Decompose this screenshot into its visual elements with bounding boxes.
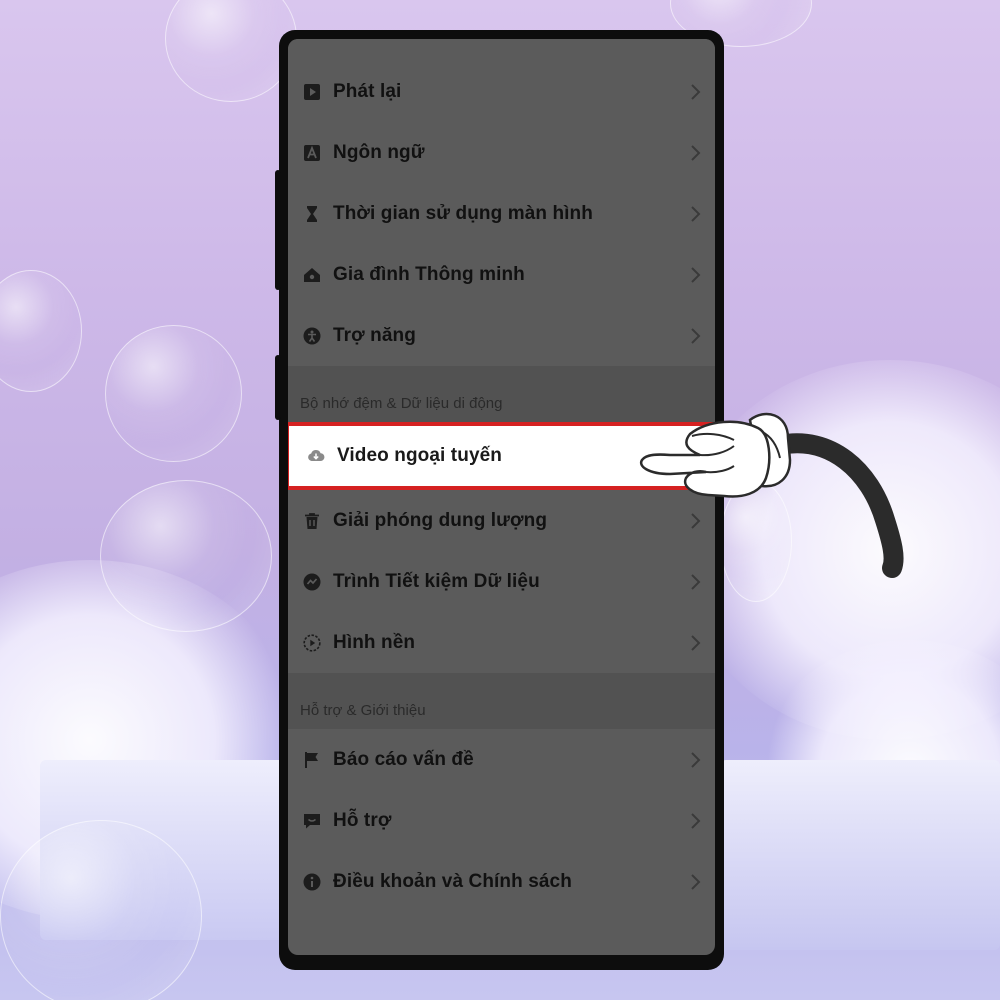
chevron-right-icon [691,751,701,768]
chevron-right-icon [691,634,701,651]
chevron-right-icon [691,83,701,100]
info-icon [303,873,321,891]
settings-row-family-pairing[interactable]: Gia đình Thông minh [288,244,715,305]
cloud-download-icon [307,447,325,465]
settings-row-accessibility[interactable]: Trợ năng [288,305,715,366]
chevron-right-icon [691,266,701,283]
chat-support-icon [303,812,321,830]
pedestal-block [720,760,1000,950]
row-label: Phát lại [333,80,402,102]
settings-row-support[interactable]: Hỗ trợ [288,790,715,851]
pointing-hand-illustration [639,412,904,578]
bubble [0,270,82,392]
bubble [100,480,272,632]
settings-row-screen-time[interactable]: Thời gian sử dụng màn hình [288,183,715,244]
power-button [275,355,281,420]
settings-row-wallpaper[interactable]: Hình nền [288,612,715,673]
home-icon [303,266,321,284]
hourglass-icon [303,205,321,223]
accessibility-icon [303,327,321,345]
row-label: Hình nền [333,631,416,653]
row-label: Báo cáo vấn đề [333,748,474,770]
flag-icon [303,751,321,769]
chevron-right-icon [691,873,701,890]
play-square-icon [303,83,321,101]
row-label: Trình Tiết kiệm Dữ liệu [333,570,540,592]
settings-row-playback[interactable]: Phát lại [288,61,715,122]
data-saver-icon [303,573,321,591]
row-label: Video ngoại tuyến [337,445,502,466]
row-label: Gia đình Thông minh [333,263,525,285]
bubble [0,820,202,1000]
row-label: Trợ năng [333,324,416,346]
wallpaper-play-icon [303,633,321,652]
row-label: Hỗ trợ [333,809,392,831]
row-label: Giải phóng dung lượng [333,509,548,531]
language-a-icon [303,144,321,162]
volume-button [275,170,281,290]
chevron-right-icon [691,327,701,344]
section-header-support: Hỗ trợ & Giới thiệu [288,673,715,729]
row-label: Thời gian sử dụng màn hình [333,202,593,224]
settings-row-report-problem[interactable]: Báo cáo vấn đề [288,729,715,790]
chevron-right-icon [691,205,701,222]
chevron-right-icon [691,144,701,161]
bubble [165,0,297,102]
settings-row-language[interactable]: Ngôn ngữ [288,122,715,183]
row-label: Ngôn ngữ [333,141,425,163]
bubble [105,325,242,462]
settings-row-terms-policies[interactable]: Điều khoản và Chính sách [288,851,715,912]
trash-icon [303,512,321,530]
top-bar [288,39,715,61]
row-label: Điều khoản và Chính sách [333,870,572,892]
chevron-right-icon [691,812,701,829]
